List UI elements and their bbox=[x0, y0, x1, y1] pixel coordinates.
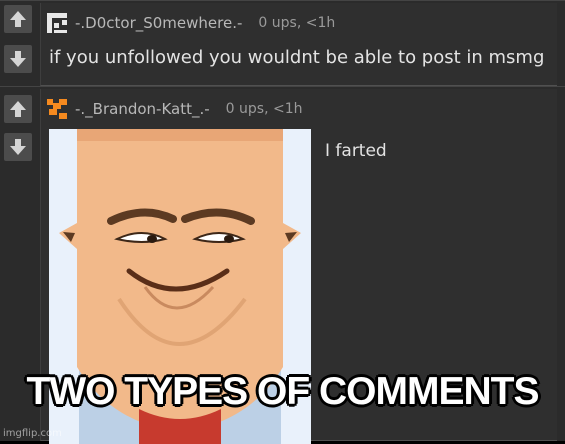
comment-stats: 0 ups, <1h bbox=[258, 15, 336, 31]
vote-column bbox=[0, 1, 36, 86]
username-link[interactable]: -._Brandon-Katt_.- bbox=[75, 100, 210, 118]
upvote-button[interactable] bbox=[4, 95, 32, 123]
comments-page: -.D0ctor_S0mewhere.- 0 ups, <1h if you u… bbox=[0, 0, 565, 444]
white-pixel-pattern-icon bbox=[45, 11, 69, 35]
meme-caption: TWO TYPES OF COMMENTS bbox=[26, 370, 540, 413]
arrow-up-icon bbox=[10, 101, 26, 117]
comment-body: -.D0ctor_S0mewhere.- 0 ups, <1h if you u… bbox=[40, 3, 557, 86]
comment-text: I farted bbox=[325, 141, 387, 161]
username-link[interactable]: -.D0ctor_S0mewhere.- bbox=[75, 14, 242, 32]
comment-meta: -._Brandon-Katt_.- 0 ups, <1h bbox=[45, 95, 303, 123]
comment-meta: -.D0ctor_S0mewhere.- 0 ups, <1h bbox=[45, 9, 335, 37]
orange-pixel-pattern-icon bbox=[45, 97, 69, 121]
user-avatar[interactable] bbox=[45, 11, 69, 35]
comment-stats: 0 ups, <1h bbox=[225, 101, 303, 117]
comment: -.D0ctor_S0mewhere.- 0 ups, <1h if you u… bbox=[0, 0, 565, 86]
downvote-button[interactable] bbox=[4, 45, 32, 73]
arrow-down-icon bbox=[10, 139, 26, 155]
comment-text: if you unfollowed you wouldnt be able to… bbox=[49, 47, 545, 68]
user-avatar[interactable] bbox=[45, 97, 69, 121]
arrow-up-icon bbox=[10, 11, 26, 27]
watermark: imgflip.com bbox=[3, 428, 62, 439]
downvote-button[interactable] bbox=[4, 133, 32, 161]
arrow-down-icon bbox=[10, 51, 26, 67]
upvote-button[interactable] bbox=[4, 5, 32, 33]
